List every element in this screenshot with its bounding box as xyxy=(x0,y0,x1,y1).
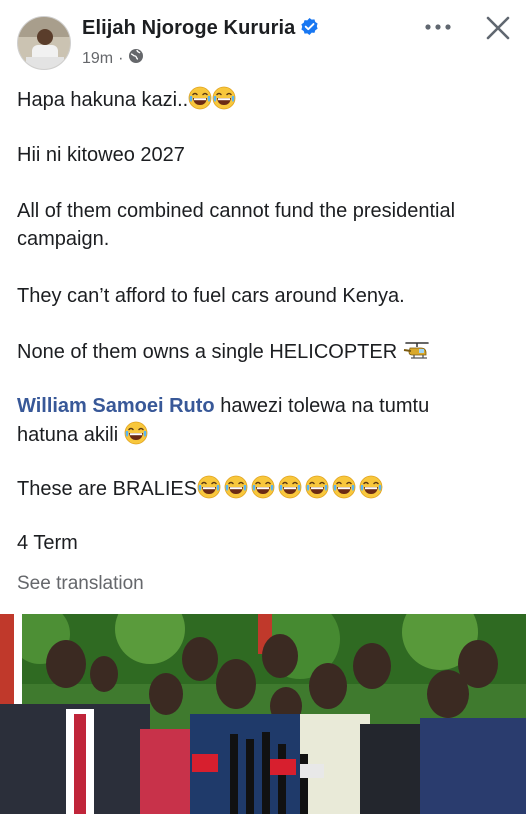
tears-of-joy-emoji-icon xyxy=(278,475,302,506)
author-name[interactable]: Elijah Njoroge Kururia xyxy=(82,17,319,42)
tears-of-joy-emoji-icon xyxy=(224,475,248,506)
more-options-icon[interactable] xyxy=(420,12,456,42)
post-time[interactable]: 19m xyxy=(82,50,113,68)
post-text: hatuna akili xyxy=(17,424,119,446)
post-meta: 19m · xyxy=(82,48,144,69)
post-line-8: 4 Term xyxy=(17,532,78,554)
tears-of-joy-emoji-icon xyxy=(124,421,148,452)
meta-separator: · xyxy=(118,49,124,67)
post-line-6b: hatuna akili xyxy=(17,421,148,452)
post-line-7: These are BRALIES xyxy=(17,475,383,506)
post-text: Hapa hakuna kazi.. xyxy=(17,89,189,111)
tears-of-joy-emoji-icon xyxy=(212,86,236,117)
post-line-6: William Samoei Ruto hawezi tolewa na tum… xyxy=(17,393,429,419)
post-line-3a: All of them combined cannot fund the pre… xyxy=(17,200,456,222)
tears-of-joy-emoji-icon xyxy=(332,475,356,506)
close-icon[interactable] xyxy=(480,10,516,46)
post-line-1: Hapa hakuna kazi.. xyxy=(17,86,236,117)
tears-of-joy-emoji-icon xyxy=(305,475,329,506)
tears-of-joy-emoji-icon xyxy=(359,475,383,506)
post-photo[interactable] xyxy=(0,614,526,814)
post-line-5: None of them owns a single HELICOPTER xyxy=(17,338,431,369)
post-line-3b: campaign. xyxy=(17,228,110,250)
post-text: These are BRALIES xyxy=(17,478,198,500)
post-line-4: They can’t afford to fuel cars around Ke… xyxy=(17,285,405,307)
globe-icon xyxy=(128,48,144,69)
see-translation-link[interactable]: See translation xyxy=(17,571,144,597)
post-line-2: Hii ni kitoweo 2027 xyxy=(17,144,185,166)
tears-of-joy-emoji-icon xyxy=(188,86,212,117)
author-name-text[interactable]: Elijah Njoroge Kururia xyxy=(82,17,295,39)
post-text: None of them owns a single HELICOPTER xyxy=(17,341,398,363)
tears-of-joy-emoji-icon xyxy=(251,475,275,506)
mention-link[interactable]: William Samoei Ruto xyxy=(17,395,215,417)
author-avatar[interactable] xyxy=(17,16,71,70)
tears-of-joy-emoji-icon xyxy=(197,475,221,506)
post-header: Elijah Njoroge Kururia 19m · xyxy=(0,0,526,80)
verified-badge-icon xyxy=(300,17,319,42)
helicopter-emoji-icon xyxy=(403,338,431,369)
post-text: hawezi tolewa na tumtu xyxy=(214,395,430,417)
